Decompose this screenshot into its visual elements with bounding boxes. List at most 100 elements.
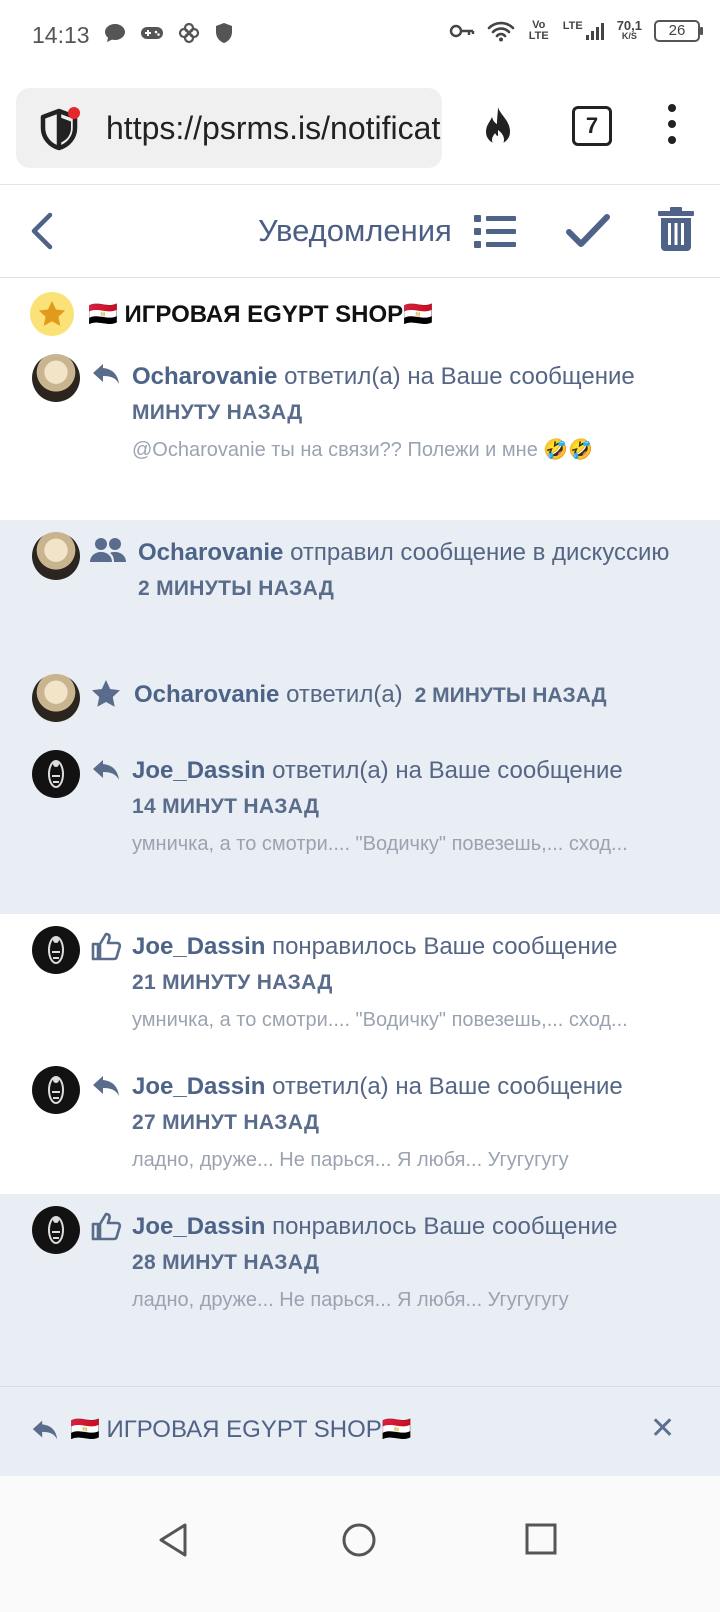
- status-time: 14:13: [32, 22, 90, 48]
- nav-back-icon[interactable]: [156, 1522, 190, 1558]
- notification-snippet[interactable]: @Ocharovanie ты на связи?? Полежи и мне …: [132, 430, 690, 470]
- notification-text: Joe_Dassin понравилось Ваше сообщение: [132, 1208, 690, 1246]
- speed-unit: K/S: [621, 31, 637, 41]
- browser-menu-icon[interactable]: [664, 104, 680, 150]
- url-text[interactable]: https://psrms.is/notifications: [106, 110, 442, 147]
- avatar[interactable]: [32, 532, 80, 580]
- star-icon: [92, 680, 120, 707]
- username-link[interactable]: Joe_Dassin: [132, 757, 265, 784]
- trash-icon[interactable]: [658, 207, 694, 251]
- notification-time: 28 МИНУТ НАЗАД: [132, 1251, 320, 1274]
- avatar[interactable]: [32, 750, 80, 798]
- nav-home-icon[interactable]: [341, 1522, 377, 1558]
- status-bar: 14:13 Vo LTE LTE 70,1 K/S 26: [0, 0, 720, 74]
- notification-body: Ocharovanie отправил сообщение в дискусс…: [138, 534, 690, 606]
- notification-body: Joe_Dassin понравилось Ваше сообщение 21…: [132, 928, 690, 1040]
- notification-time: 2 МИНУТЫ НАЗАД: [414, 684, 607, 707]
- tab-counter-button[interactable]: 7: [572, 106, 612, 146]
- notification-text: Joe_Dassin ответил(а) на Ваше сообщение: [132, 752, 690, 790]
- notification-action: ответил(а) на Ваше сообщение: [265, 1073, 623, 1100]
- notification-text: Ocharovanie ответил(а) 2 МИНУТЫ НАЗАД: [134, 676, 690, 715]
- reply-icon: [93, 364, 119, 384]
- notification-icons: [104, 22, 234, 44]
- notification-snippet[interactable]: умничка, а то смотри.... "Водичку" повез…: [132, 1000, 690, 1040]
- notification-body: Joe_Dassin понравилось Ваше сообщение 28…: [132, 1208, 690, 1320]
- close-icon[interactable]: ✕: [650, 1413, 678, 1445]
- notification-time: 27 МИНУТ НАЗАД: [132, 1111, 320, 1134]
- notification-text: Ocharovanie отправил сообщение в дискусс…: [138, 534, 690, 572]
- notification-time: 21 МИНУТУ НАЗАД: [132, 971, 333, 994]
- notification-time: МИНУТУ НАЗАД: [132, 401, 303, 424]
- notification-text: Ocharovanie ответил(а) на Ваше сообщение: [132, 358, 690, 396]
- thumbs-up-icon: [91, 1212, 122, 1241]
- notification-item[interactable]: Joe_Dassin понравилось Ваше сообщение 28…: [0, 1194, 720, 1386]
- mark-read-check-icon[interactable]: [566, 213, 610, 249]
- avatar[interactable]: [32, 354, 80, 402]
- system-navigation-bar: [0, 1476, 720, 1612]
- browser-toolbar: https://psrms.is/notifications 7: [0, 74, 720, 184]
- notification-time: 14 МИНУТ НАЗАД: [132, 795, 320, 818]
- list-icon[interactable]: [474, 213, 516, 249]
- notification-action: понравилось Ваше сообщение: [265, 933, 618, 960]
- reply-icon: [93, 1076, 119, 1096]
- group-header[interactable]: 🇪🇬 ИГРОВАЯ EGYPT SHOP🇪🇬: [0, 278, 720, 348]
- avatar[interactable]: [32, 926, 80, 974]
- username-link[interactable]: Joe_Dassin: [132, 933, 265, 960]
- notification-item[interactable]: Joe_Dassin ответил(а) на Ваше сообщение …: [0, 740, 720, 914]
- reply-icon: [32, 1420, 58, 1440]
- pinwheel-icon: [178, 22, 200, 44]
- notification-item[interactable]: Ocharovanie ответил(а) 2 МИНУТЫ НАЗАД: [0, 652, 720, 740]
- notification-action: ответил(а): [279, 681, 403, 708]
- key-icon: [449, 24, 474, 38]
- address-bar[interactable]: https://psrms.is/notifications: [16, 88, 442, 168]
- notification-snippet[interactable]: ладно, друже... Не парься... Я любя... У…: [132, 1280, 690, 1320]
- system-icons: Vo LTE LTE 70,1 K/S 26: [449, 18, 703, 42]
- notification-body: Joe_Dassin ответил(а) на Ваше сообщение …: [132, 1068, 690, 1180]
- group-title[interactable]: 🇪🇬 ИГРОВАЯ EGYPT SHOP🇪🇬: [88, 300, 433, 329]
- notification-body: Ocharovanie ответил(а) 2 МИНУТЫ НАЗАД: [134, 676, 690, 715]
- fire-icon[interactable]: [476, 104, 520, 152]
- avatar[interactable]: [32, 1206, 80, 1254]
- notification-body: Ocharovanie ответил(а) на Ваше сообщение…: [132, 358, 690, 470]
- notification-snippet[interactable]: умничка, а то смотри.... "Водичку" повез…: [132, 824, 690, 864]
- notification-time: 2 МИНУТЫ НАЗАД: [138, 577, 335, 600]
- nav-recents-icon[interactable]: [524, 1522, 558, 1556]
- notification-item[interactable]: Joe_Dassin понравилось Ваше сообщение 21…: [0, 914, 720, 1054]
- notification-item[interactable]: Ocharovanie отправил сообщение в дискусс…: [0, 520, 720, 652]
- avatar[interactable]: [32, 674, 80, 722]
- chat-bubble-icon: [105, 24, 125, 42]
- privacy-shield-icon[interactable]: [36, 106, 82, 152]
- lte-label: LTE: [562, 20, 583, 32]
- avatar[interactable]: [32, 1066, 80, 1114]
- thumbs-up-icon: [91, 932, 122, 961]
- notification-text: Joe_Dassin ответил(а) на Ваше сообщение: [132, 1068, 690, 1106]
- battery-indicator: 26: [654, 20, 703, 42]
- page-title: Уведомления: [258, 213, 452, 248]
- username-link[interactable]: Ocharovanie: [138, 539, 283, 566]
- username-link[interactable]: Joe_Dassin: [132, 1213, 265, 1240]
- app-header: Уведомления: [0, 184, 720, 278]
- network-speed: 70,1 K/S: [616, 18, 642, 42]
- username-link[interactable]: Joe_Dassin: [132, 1073, 265, 1100]
- notification-action: отправил сообщение в дискуссию: [283, 539, 670, 566]
- username-link[interactable]: Ocharovanie: [134, 681, 279, 708]
- users-icon: [90, 538, 126, 562]
- notification-item[interactable]: Ocharovanie ответил(а) на Ваше сообщение…: [0, 348, 720, 520]
- speed-value: 70,1: [616, 18, 642, 33]
- notification-action: понравилось Ваше сообщение: [265, 1213, 618, 1240]
- screen: 14:13 Vo LTE LTE 70,1 K/S 26 https://psr…: [0, 0, 720, 1612]
- signal-bars-icon: [585, 23, 604, 40]
- notification-action: ответил(а) на Ваше сообщение: [265, 757, 623, 784]
- favorite-star-icon: [30, 292, 74, 336]
- back-arrow-icon[interactable]: [24, 211, 64, 251]
- notification-item[interactable]: Joe_Dassin ответил(а) на Ваше сообщение …: [0, 1054, 720, 1194]
- notification-snippet[interactable]: ладно, друже... Не парься... Я любя... У…: [132, 1140, 690, 1180]
- lte-signal: LTE: [563, 21, 605, 41]
- wifi-icon: [487, 21, 515, 42]
- username-link[interactable]: Ocharovanie: [132, 363, 277, 390]
- reply-context-bar[interactable]: 🇪🇬 ИГРОВАЯ EGYPT SHOP🇪🇬 ✕: [0, 1386, 720, 1476]
- volte-indicator: Vo LTE: [528, 19, 549, 42]
- notification-action: ответил(а) на Ваше сообщение: [277, 363, 635, 390]
- reply-context-title[interactable]: 🇪🇬 ИГРОВАЯ EGYPT SHOP🇪🇬: [70, 1415, 412, 1444]
- notification-text: Joe_Dassin понравилось Ваше сообщение: [132, 928, 690, 966]
